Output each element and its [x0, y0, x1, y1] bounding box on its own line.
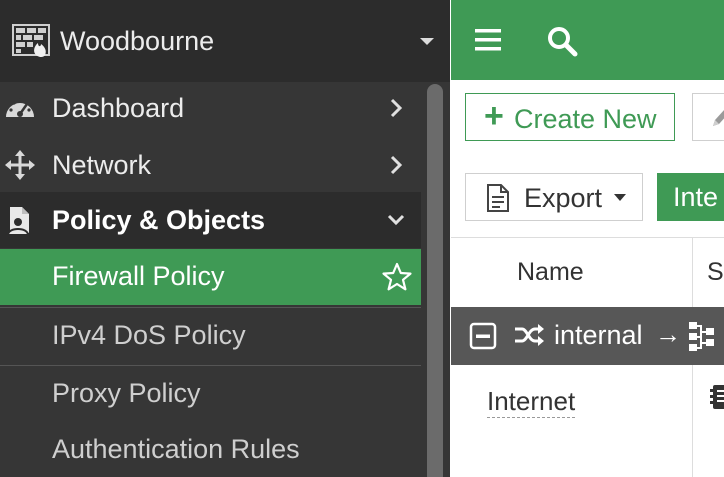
top-bar — [451, 0, 724, 80]
nav-label-policy-objects: Policy & Objects — [52, 205, 266, 235]
sidebar-scrollbar[interactable] — [427, 84, 443, 477]
speedometer-icon — [6, 98, 34, 117]
edit-button[interactable] — [692, 93, 724, 141]
move-arrows-icon — [5, 150, 35, 180]
network-tree-icon — [689, 322, 714, 351]
nav-item-dashboard[interactable]: Dashboard — [0, 80, 421, 136]
nav-item-network[interactable]: Network — [0, 137, 421, 193]
column-divider — [692, 238, 693, 308]
nav-item-policy-objects[interactable]: Policy & Objects — [0, 192, 421, 248]
document-icon — [487, 184, 509, 212]
interface-view-tab[interactable]: Inte — [657, 173, 724, 221]
pencil-icon — [713, 110, 724, 126]
brand-name: Woodbourne — [60, 26, 215, 56]
table-header: Name S — [451, 237, 724, 308]
interface-view-label: Inte — [673, 182, 719, 212]
create-new-label: Create New — [514, 104, 657, 134]
chevron-right-icon — [390, 155, 403, 175]
fortigate-logo-icon — [12, 24, 50, 57]
column-header-source[interactable]: S — [707, 257, 724, 287]
column-divider — [692, 365, 693, 477]
star-icon[interactable] — [381, 261, 413, 293]
sidebar-item-authentication-rules[interactable]: Authentication Rules — [0, 422, 421, 477]
chevron-right-icon — [390, 98, 403, 118]
sidebar-item-label: Proxy Policy — [52, 378, 201, 408]
sidebar-item-label: Authentication Rules — [52, 434, 300, 464]
table-row[interactable]: Internet — [451, 365, 724, 477]
export-button[interactable]: Export — [465, 173, 643, 221]
create-new-button[interactable]: + Create New — [465, 93, 675, 141]
main-content: + Create New Export Inte Name S internal… — [451, 80, 724, 477]
sidebar: Woodbourne Dashboard Network Policy & Ob… — [0, 0, 450, 477]
document-person-icon — [6, 207, 30, 235]
sidebar-item-proxy-policy[interactable]: Proxy Policy — [0, 365, 421, 422]
nav-label-dashboard: Dashboard — [52, 93, 185, 123]
shuffle-icon — [515, 324, 544, 346]
search-icon[interactable] — [545, 24, 579, 58]
export-label: Export — [524, 183, 603, 213]
chevron-down-icon — [387, 214, 405, 226]
policy-group-row[interactable]: internal → — [451, 307, 724, 365]
group-interface-label: internal — [554, 320, 643, 350]
hamburger-menu-icon[interactable] — [473, 26, 503, 54]
brand-header[interactable]: Woodbourne — [0, 0, 450, 82]
policy-name-link[interactable]: Internet — [487, 385, 576, 418]
plus-icon: + — [484, 97, 504, 135]
sidebar-item-label: Firewall Policy — [52, 261, 225, 291]
group-arrow: → — [655, 319, 681, 349]
sidebar-item-firewall-policy[interactable]: Firewall Policy — [0, 249, 421, 305]
sidebar-item-ipv4-dos-policy[interactable]: IPv4 DoS Policy — [0, 307, 421, 364]
chevron-down-icon — [614, 194, 626, 201]
collapse-icon[interactable] — [469, 322, 497, 350]
address-object-icon — [710, 385, 724, 409]
sidebar-item-label: IPv4 DoS Policy — [52, 320, 246, 350]
chevron-down-icon[interactable] — [420, 38, 434, 45]
column-header-name[interactable]: Name — [517, 257, 584, 287]
nav-label-network: Network — [52, 150, 152, 180]
